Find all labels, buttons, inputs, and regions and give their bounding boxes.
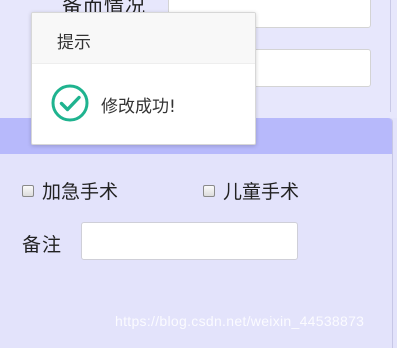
alert-dialog: 提示 修改成功! xyxy=(31,12,256,145)
dialog-body: 修改成功! xyxy=(32,64,255,144)
checkbox-box[interactable] xyxy=(203,184,215,197)
urgent-surgery-checkbox[interactable]: 加急手术 xyxy=(22,177,118,204)
remark-input[interactable] xyxy=(81,222,298,260)
dialog-message: 修改成功! xyxy=(101,97,176,117)
checkbox-row: 加急手术 儿童手术 xyxy=(0,172,392,203)
checkbox-box[interactable] xyxy=(22,184,34,197)
child-surgery-checkbox[interactable]: 儿童手术 xyxy=(203,177,299,204)
section-divider xyxy=(390,0,391,112)
checkbox-label: 儿童手术 xyxy=(223,181,300,203)
dialog-header[interactable]: 提示 xyxy=(32,13,255,64)
checkbox-label: 加急手术 xyxy=(42,181,119,203)
watermark-text: https://blog.csdn.net/weixin_44538873 xyxy=(115,313,365,329)
success-check-icon xyxy=(50,83,90,123)
dialog-title: 提示 xyxy=(57,33,91,53)
remark-label: 备注 xyxy=(22,234,63,256)
